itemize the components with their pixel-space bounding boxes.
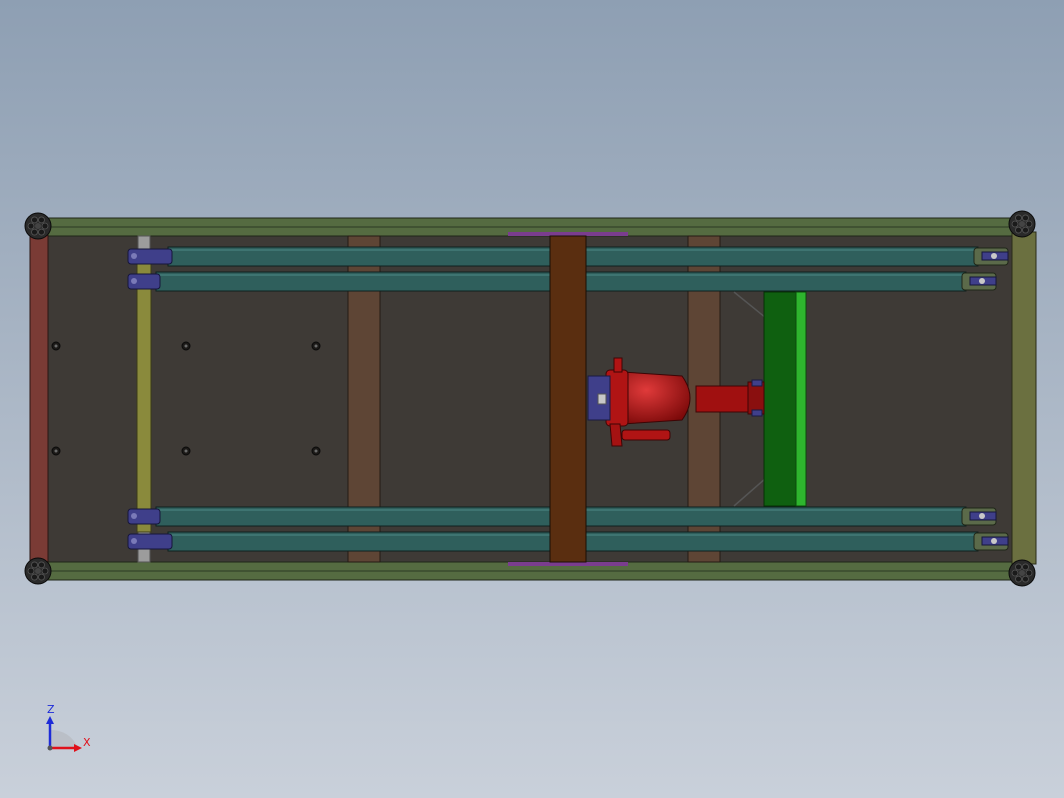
mounting-hole-center bbox=[314, 449, 318, 453]
caster-lobe bbox=[1022, 214, 1029, 222]
right-clevis-pin bbox=[991, 538, 997, 544]
caster-lobe bbox=[38, 216, 45, 224]
cylinder-port-top bbox=[613, 357, 623, 373]
caster-lobe bbox=[1015, 226, 1022, 234]
right-clevis-pin bbox=[979, 513, 985, 519]
caster-lobe bbox=[1025, 220, 1033, 228]
rod-end-clevis bbox=[751, 379, 763, 387]
caster-lobe bbox=[1015, 214, 1022, 222]
frame-assembly[interactable] bbox=[24, 210, 1037, 587]
caster-hub bbox=[1019, 570, 1025, 576]
cylinder-mount-plate bbox=[763, 291, 797, 507]
cylinder-port-bottom bbox=[609, 423, 623, 447]
right-clevis-pin bbox=[979, 278, 985, 284]
caster-lobe bbox=[1015, 563, 1022, 571]
pivot-pin-sleeve bbox=[136, 261, 152, 533]
left-end-plate bbox=[29, 231, 49, 565]
caster-lobe bbox=[1022, 226, 1029, 234]
caster-lobe bbox=[31, 216, 38, 224]
z-axis-label: Z bbox=[47, 703, 55, 716]
caster-lobe bbox=[41, 567, 49, 575]
caster-lobe bbox=[1011, 569, 1019, 577]
left-clevis-pin bbox=[131, 538, 137, 544]
mounting-hole-center bbox=[54, 449, 58, 453]
right-clevis-pin bbox=[991, 253, 997, 259]
caster-hub bbox=[35, 568, 41, 574]
left-clevis-pin bbox=[131, 253, 137, 259]
caster-lobe bbox=[27, 222, 35, 230]
cylinder-mount-plate-edge bbox=[795, 291, 807, 507]
caster-lobe bbox=[1015, 575, 1022, 583]
caster-lobe bbox=[1011, 220, 1019, 228]
hydraulic-fitting bbox=[621, 429, 671, 441]
triad-origin bbox=[47, 745, 53, 751]
center-beam bbox=[549, 235, 587, 563]
caster-hub bbox=[1019, 221, 1025, 227]
caster-lobe bbox=[38, 573, 45, 581]
bottom-accent-strip bbox=[508, 562, 628, 566]
base-clevis-pin bbox=[597, 393, 607, 405]
caster-lobe bbox=[27, 567, 35, 575]
rod-end-clevis-lower bbox=[751, 409, 763, 417]
cad-viewport[interactable]: Z X bbox=[0, 0, 1064, 798]
caster-lobe bbox=[38, 561, 45, 569]
caster-lobe bbox=[31, 561, 38, 569]
mounting-hole-center bbox=[54, 344, 58, 348]
caster-hub bbox=[35, 223, 41, 229]
caster-lobe bbox=[1025, 569, 1033, 577]
caster-lobe bbox=[38, 228, 45, 236]
left-clevis-pin bbox=[131, 513, 137, 519]
mounting-hole-center bbox=[184, 449, 188, 453]
model-canvas[interactable]: Z X bbox=[0, 0, 1064, 798]
caster-lobe bbox=[1022, 575, 1029, 583]
mounting-hole-center bbox=[314, 344, 318, 348]
caster-lobe bbox=[1022, 563, 1029, 571]
caster-lobe bbox=[31, 573, 38, 581]
mounting-hole-center bbox=[184, 344, 188, 348]
cylinder-rod-end bbox=[747, 381, 765, 415]
cylinder-rod bbox=[695, 385, 753, 413]
x-axis-label: X bbox=[83, 736, 91, 749]
top-accent-strip bbox=[508, 232, 628, 236]
caster-lobe bbox=[31, 228, 38, 236]
caster-lobe bbox=[41, 222, 49, 230]
left-clevis-pin bbox=[131, 278, 137, 284]
right-end-plate bbox=[1011, 231, 1037, 565]
